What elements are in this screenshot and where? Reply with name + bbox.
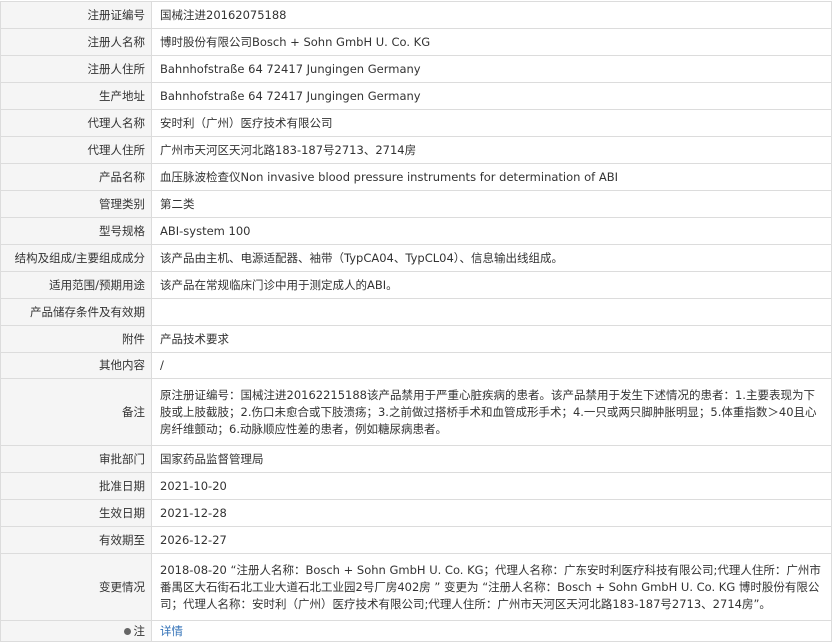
value-note: 详情 bbox=[151, 620, 832, 642]
value-agent-address: 广州市天河区天河北路183-187号2713、2714房 bbox=[151, 136, 832, 164]
label-attachment: 附件 bbox=[0, 325, 152, 353]
value-intended-use: 该产品在常规临床门诊中用于测定成人的ABI。 bbox=[151, 271, 832, 299]
label-registration-number: 注册证编号 bbox=[0, 1, 152, 29]
row-approval-date: 批准日期 2021-10-20 bbox=[0, 472, 832, 500]
value-approval-department: 国家药品监督管理局 bbox=[151, 445, 832, 473]
row-agent-address: 代理人住所 广州市天河区天河北路183-187号2713、2714房 bbox=[0, 136, 832, 164]
value-other-content: / bbox=[151, 352, 832, 379]
value-agent-name: 安时利（广州）医疗技术有限公司 bbox=[151, 109, 832, 137]
value-registration-number: 国械注进20162075188 bbox=[151, 1, 832, 29]
label-structure-composition: 结构及组成/主要组成成分 bbox=[0, 244, 152, 272]
label-model-spec: 型号规格 bbox=[0, 217, 152, 245]
label-valid-until: 有效期至 bbox=[0, 526, 152, 554]
value-change-history: 2018-08-20 “注册人名称：Bosch + Sohn GmbH U. C… bbox=[151, 553, 832, 621]
row-attachment: 附件 产品技术要求 bbox=[0, 325, 832, 353]
label-approval-department: 审批部门 bbox=[0, 445, 152, 473]
value-product-name: 血压脉波检查仪Non invasive blood pressure instr… bbox=[151, 163, 832, 191]
row-agent-name: 代理人名称 安时利（广州）医疗技术有限公司 bbox=[0, 109, 832, 137]
label-effective-date: 生效日期 bbox=[0, 499, 152, 527]
row-other-content: 其他内容 / bbox=[0, 352, 832, 379]
label-agent-name: 代理人名称 bbox=[0, 109, 152, 137]
row-effective-date: 生效日期 2021-12-28 bbox=[0, 499, 832, 527]
label-registrant-name: 注册人名称 bbox=[0, 28, 152, 56]
value-storage-conditions bbox=[151, 298, 832, 326]
row-registrant-address: 注册人住所 Bahnhofstraße 64 72417 Jungingen G… bbox=[0, 55, 832, 83]
row-intended-use: 适用范围/预期用途 该产品在常规临床门诊中用于测定成人的ABI。 bbox=[0, 271, 832, 299]
value-model-spec: ABI-system 100 bbox=[151, 217, 832, 245]
label-approval-date: 批准日期 bbox=[0, 472, 152, 500]
row-storage-conditions: 产品储存条件及有效期 bbox=[0, 298, 832, 326]
row-model-spec: 型号规格 ABI-system 100 bbox=[0, 217, 832, 245]
details-link[interactable]: 详情 bbox=[160, 624, 183, 638]
note-label-text: 注 bbox=[133, 623, 146, 638]
row-note: 注 详情 bbox=[0, 620, 832, 642]
row-approval-department: 审批部门 国家药品监督管理局 bbox=[0, 445, 832, 473]
bullet-icon bbox=[123, 627, 131, 635]
value-approval-date: 2021-10-20 bbox=[151, 472, 832, 500]
row-registrant-name: 注册人名称 博时股份有限公司Bosch + Sohn GmbH U. Co. K… bbox=[0, 28, 832, 56]
row-structure-composition: 结构及组成/主要组成成分 该产品由主机、电源适配器、袖带（TypCA04、Typ… bbox=[0, 244, 832, 272]
value-valid-until: 2026-12-27 bbox=[151, 526, 832, 554]
label-management-category: 管理类别 bbox=[0, 190, 152, 218]
label-product-name: 产品名称 bbox=[0, 163, 152, 191]
label-production-address: 生产地址 bbox=[0, 82, 152, 110]
row-registration-number: 注册证编号 国械注进20162075188 bbox=[0, 1, 832, 29]
row-remarks: 备注 原注册证编号：国械注进20162215188该产品禁用于严重心脏疾病的患者… bbox=[0, 378, 832, 446]
registration-table: 注册证编号 国械注进20162075188 注册人名称 博时股份有限公司Bosc… bbox=[0, 1, 832, 642]
row-production-address: 生产地址 Bahnhofstraße 64 72417 Jungingen Ge… bbox=[0, 82, 832, 110]
value-attachment: 产品技术要求 bbox=[151, 325, 832, 353]
row-management-category: 管理类别 第二类 bbox=[0, 190, 832, 218]
label-other-content: 其他内容 bbox=[0, 352, 152, 379]
label-storage-conditions: 产品储存条件及有效期 bbox=[0, 298, 152, 326]
label-change-history: 变更情况 bbox=[0, 553, 152, 621]
value-remarks: 原注册证编号：国械注进20162215188该产品禁用于严重心脏疾病的患者。该产… bbox=[151, 378, 832, 446]
row-valid-until: 有效期至 2026-12-27 bbox=[0, 526, 832, 554]
row-product-name: 产品名称 血压脉波检查仪Non invasive blood pressure … bbox=[0, 163, 832, 191]
label-note: 注 bbox=[0, 620, 152, 642]
value-effective-date: 2021-12-28 bbox=[151, 499, 832, 527]
label-remarks: 备注 bbox=[0, 378, 152, 446]
value-registrant-address: Bahnhofstraße 64 72417 Jungingen Germany bbox=[151, 55, 832, 83]
label-registrant-address: 注册人住所 bbox=[0, 55, 152, 83]
row-change-history: 变更情况 2018-08-20 “注册人名称：Bosch + Sohn GmbH… bbox=[0, 553, 832, 621]
label-intended-use: 适用范围/预期用途 bbox=[0, 271, 152, 299]
label-agent-address: 代理人住所 bbox=[0, 136, 152, 164]
value-management-category: 第二类 bbox=[151, 190, 832, 218]
value-registrant-name: 博时股份有限公司Bosch + Sohn GmbH U. Co. KG bbox=[151, 28, 832, 56]
value-production-address: Bahnhofstraße 64 72417 Jungingen Germany bbox=[151, 82, 832, 110]
value-structure-composition: 该产品由主机、电源适配器、袖带（TypCA04、TypCL04）、信息输出线组成… bbox=[151, 244, 832, 272]
